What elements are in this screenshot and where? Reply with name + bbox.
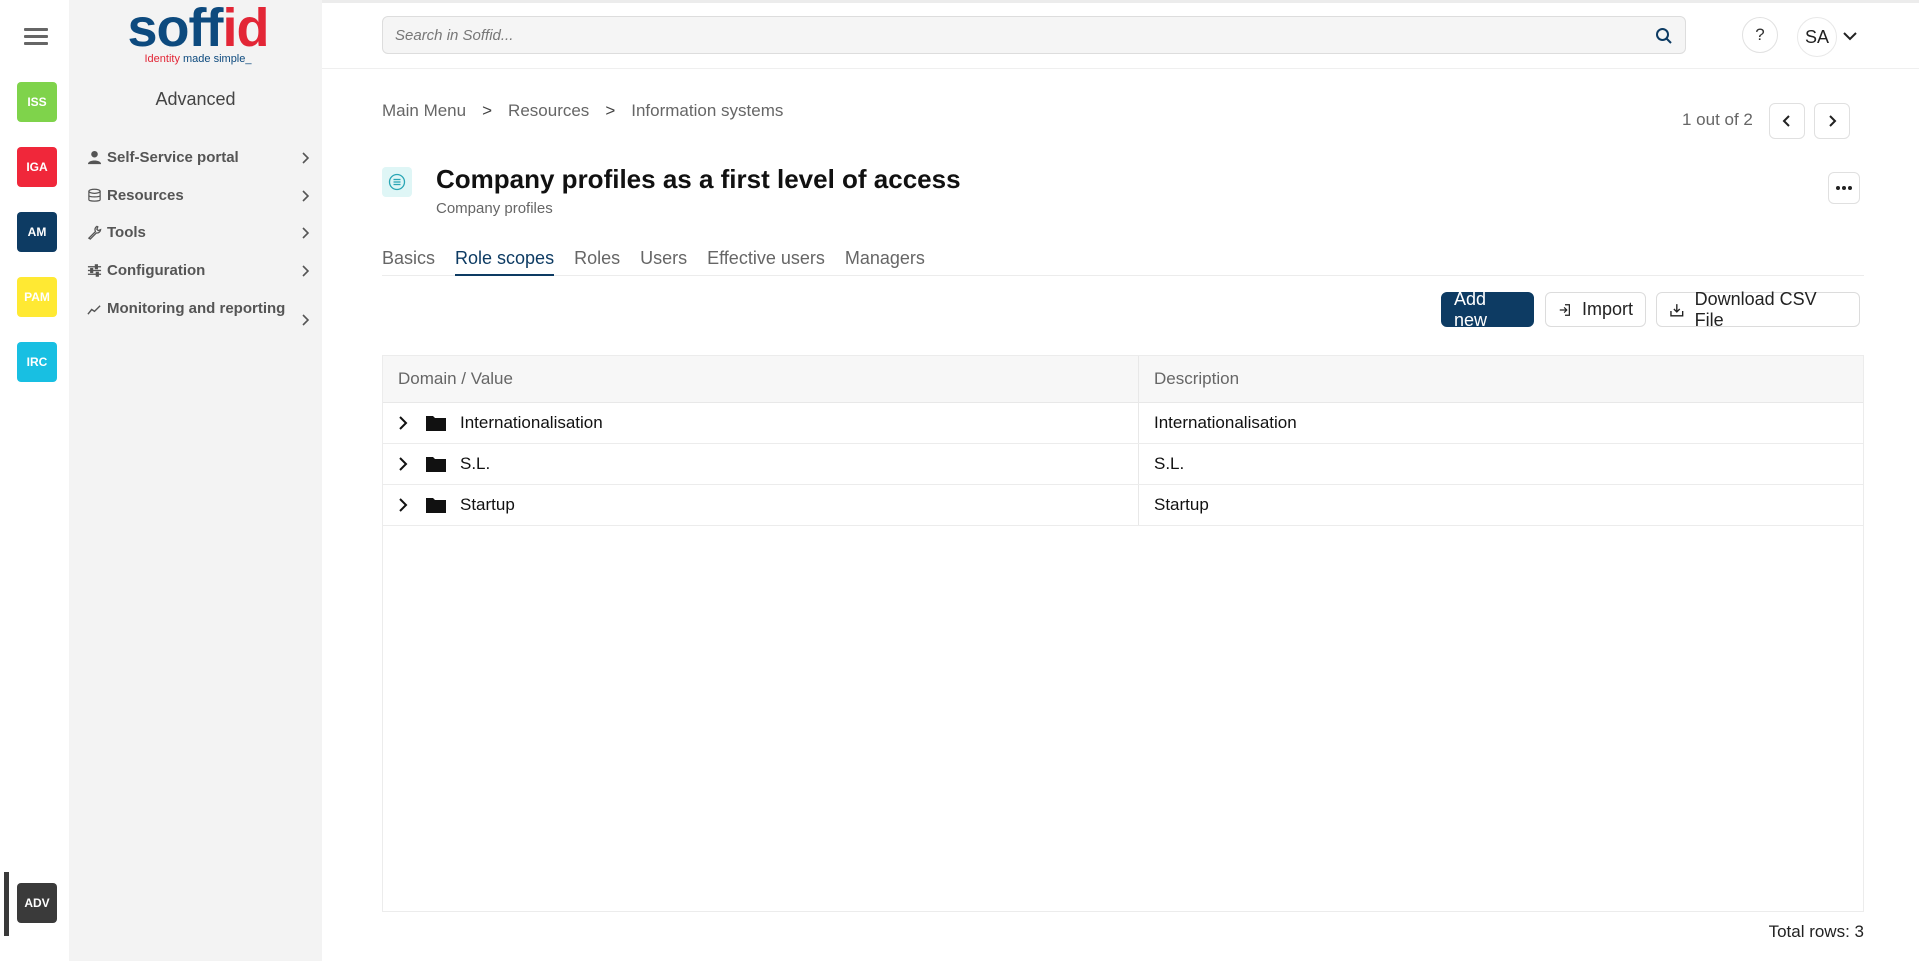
sidebar-item-label: Tools bbox=[107, 224, 146, 241]
previous-record-button[interactable] bbox=[1769, 103, 1805, 139]
column-header-domain-value[interactable]: Domain / Value bbox=[383, 356, 1139, 402]
tab-users[interactable]: Users bbox=[640, 248, 687, 276]
module-adv-button[interactable]: ADV bbox=[17, 883, 57, 923]
sidebar-item-monitoring-and-reporting[interactable]: Monitoring and reporting bbox=[85, 297, 312, 327]
sidebar-item-monitoring-text: Monitoring and reporting bbox=[107, 300, 286, 317]
logo-tag-b: made simple_ bbox=[179, 53, 252, 65]
breadcrumb: Main Menu > Resources > Information syst… bbox=[382, 101, 783, 121]
chevron-right-icon bbox=[302, 264, 310, 277]
breadcrumb-separator: > bbox=[482, 101, 493, 120]
tab-managers[interactable]: Managers bbox=[845, 248, 925, 276]
record-pager-text: 1 out of 2 bbox=[1682, 110, 1753, 129]
expand-chevron-icon[interactable] bbox=[395, 497, 411, 513]
search-icon[interactable] bbox=[1655, 27, 1673, 45]
cell-description: Internationalisation bbox=[1154, 413, 1297, 432]
sidebar: soffid Identity made simple_ Advanced Se… bbox=[69, 0, 322, 961]
logo-word-a: soff bbox=[127, 0, 224, 58]
sidebar-item-label: Monitoring and reporting bbox=[85, 297, 298, 320]
sidebar-item-resources[interactable]: Resources bbox=[85, 184, 312, 207]
tab-effective-users[interactable]: Effective users bbox=[707, 248, 825, 276]
expand-chevron-icon[interactable] bbox=[395, 415, 411, 431]
list-icon bbox=[382, 167, 412, 197]
row-value: Internationalisation bbox=[460, 413, 603, 432]
soffid-logo[interactable]: soffid Identity made simple_ bbox=[123, 1, 273, 70]
chart-line-icon bbox=[85, 300, 103, 318]
cell-domain-value: Internationalisation bbox=[383, 403, 1139, 443]
user-icon bbox=[85, 149, 103, 167]
chevron-right-icon bbox=[302, 189, 310, 202]
cell-description: S.L. bbox=[1154, 454, 1185, 473]
chevron-right-icon bbox=[302, 314, 310, 326]
module-rail: ISS IGA AM PAM IRC ADV bbox=[0, 0, 69, 961]
add-new-button[interactable]: Add new bbox=[1441, 289, 1534, 330]
more-options-button[interactable] bbox=[1828, 172, 1860, 204]
download-csv-label: Download CSV File bbox=[1694, 288, 1817, 330]
chevron-right-icon bbox=[302, 226, 310, 239]
role-scopes-table: Domain / Value Description International… bbox=[382, 355, 1864, 912]
breadcrumb-item-main-menu[interactable]: Main Menu bbox=[382, 101, 466, 121]
page-subtitle: Company profiles bbox=[436, 200, 553, 217]
table-row[interactable]: Startup Startup bbox=[383, 485, 1863, 526]
tab-role-scopes[interactable]: Role scopes bbox=[455, 248, 555, 276]
breadcrumb-item-resources[interactable]: Resources bbox=[508, 101, 589, 121]
row-value: S.L. bbox=[460, 454, 491, 473]
module-iga-button[interactable]: IGA bbox=[17, 147, 57, 187]
table-header: Domain / Value Description bbox=[383, 356, 1863, 403]
sidebar-item-tools[interactable]: Tools bbox=[85, 221, 312, 244]
sidebar-title: Advanced bbox=[155, 89, 236, 109]
row-value: Startup bbox=[460, 495, 515, 514]
import-button[interactable]: Import bbox=[1545, 292, 1646, 327]
sidebar-item-label: Configuration bbox=[107, 262, 206, 279]
help-button[interactable]: ? bbox=[1742, 17, 1778, 53]
sidebar-item-label: Self-Service portal bbox=[107, 149, 239, 166]
sidebar-item-label: Resources bbox=[107, 187, 184, 204]
module-pam-button[interactable]: PAM bbox=[17, 277, 57, 317]
next-record-button[interactable] bbox=[1814, 103, 1850, 139]
page-title: Company profiles as a first level of acc… bbox=[436, 164, 961, 194]
module-irc-button[interactable]: IRC bbox=[17, 342, 57, 382]
module-am-button[interactable]: AM bbox=[17, 212, 57, 252]
cell-description: Startup bbox=[1154, 495, 1209, 514]
column-header-description[interactable]: Description bbox=[1139, 356, 1863, 402]
logo-word-b: id bbox=[222, 0, 269, 58]
table-row[interactable]: Internationalisation Internationalisatio… bbox=[383, 403, 1863, 444]
tab-bar: Basics Role scopes Roles Users Effective… bbox=[382, 248, 1864, 276]
chevron-right-icon bbox=[302, 151, 310, 164]
download-csv-button[interactable]: Download CSV File bbox=[1656, 289, 1860, 330]
breadcrumb-separator: > bbox=[605, 101, 616, 120]
import-button-label: Import bbox=[1581, 299, 1633, 319]
sidebar-item-self-service-portal[interactable]: Self-Service portal bbox=[85, 146, 312, 169]
folder-icon bbox=[426, 457, 446, 472]
tab-roles[interactable]: Roles bbox=[574, 248, 620, 276]
module-iss-button[interactable]: ISS bbox=[17, 82, 57, 122]
top-header: ? SA bbox=[322, 0, 1919, 69]
import-icon bbox=[1559, 303, 1570, 316]
cell-domain-value: Startup bbox=[383, 485, 1139, 525]
user-avatar[interactable]: SA bbox=[1797, 17, 1837, 57]
table-row[interactable]: S.L. S.L. bbox=[383, 444, 1863, 485]
total-rows-count: Total rows: 3 bbox=[1768, 922, 1864, 941]
search-input[interactable] bbox=[395, 17, 1635, 53]
folder-icon bbox=[426, 498, 446, 513]
chevron-left-icon bbox=[1782, 115, 1790, 127]
cell-domain-value: S.L. bbox=[383, 444, 1139, 484]
download-icon bbox=[1670, 303, 1684, 317]
sliders-icon bbox=[85, 262, 103, 280]
folder-icon bbox=[426, 416, 446, 431]
active-module-indicator bbox=[4, 872, 9, 936]
ellipsis-icon bbox=[1836, 186, 1852, 190]
sidebar-item-configuration[interactable]: Configuration bbox=[85, 259, 312, 282]
logo-tag-a: Identity bbox=[144, 53, 180, 65]
expand-chevron-icon[interactable] bbox=[395, 456, 411, 472]
breadcrumb-item-information-systems[interactable]: Information systems bbox=[631, 101, 783, 121]
database-icon bbox=[85, 187, 103, 205]
chevron-right-icon bbox=[1829, 115, 1837, 127]
chevron-down-icon[interactable] bbox=[1842, 30, 1858, 42]
wrench-icon bbox=[85, 224, 103, 242]
tab-basics[interactable]: Basics bbox=[382, 248, 435, 276]
search-bar[interactable] bbox=[382, 16, 1686, 54]
hamburger-menu-icon[interactable] bbox=[24, 28, 48, 48]
